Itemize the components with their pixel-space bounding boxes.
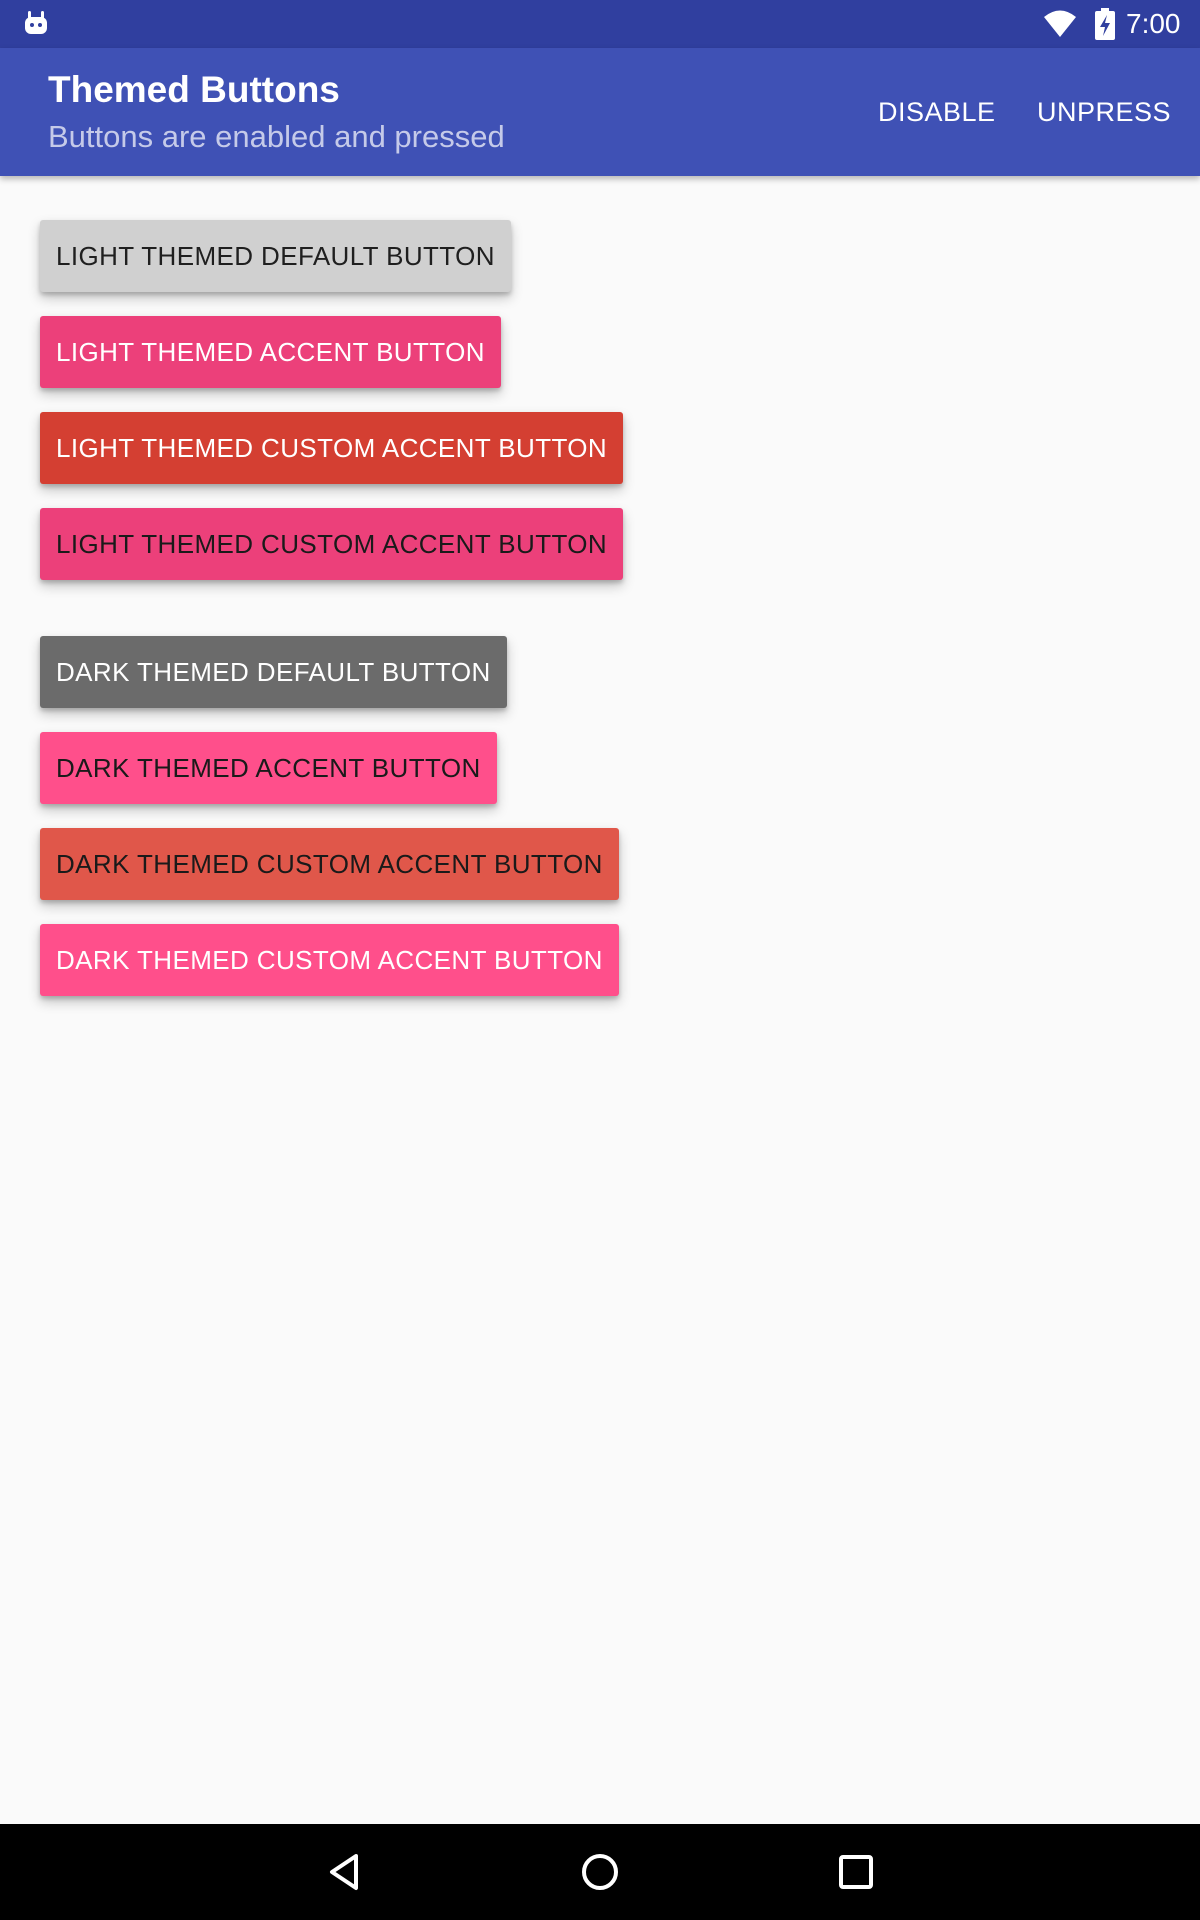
unpress-button[interactable]: UNPRESS (1037, 92, 1171, 132)
light-themed-custom-accent-button-alt[interactable]: LIGHT THEMED CUSTOM ACCENT BUTTON (40, 508, 624, 580)
light-themed-accent-button[interactable]: LIGHT THEMED ACCENT BUTTON (40, 316, 501, 388)
dark-themed-accent-button[interactable]: DARK THEMED ACCENT BUTTON (40, 732, 497, 804)
light-themed-custom-accent-button[interactable]: LIGHT THEMED CUSTOM ACCENT BUTTON (40, 412, 624, 484)
android-icon (25, 11, 47, 34)
page-title: Themed Buttons (48, 69, 340, 110)
dark-themed-default-button[interactable]: DARK THEMED DEFAULT BUTTON (40, 636, 507, 708)
wifi-icon (1044, 10, 1076, 37)
page-subtitle: Buttons are enabled and pressed (48, 119, 505, 154)
recents-icon[interactable] (834, 1850, 878, 1894)
navigation-bar (0, 1824, 1200, 1920)
dark-themed-custom-accent-button-alt[interactable]: DARK THEMED CUSTOM ACCENT BUTTON (40, 924, 619, 996)
light-themed-default-button[interactable]: LIGHT THEMED DEFAULT BUTTON (40, 220, 511, 292)
status-clock: 7:00 (1126, 8, 1181, 39)
status-bar: 7:00 (0, 0, 1200, 48)
back-icon[interactable] (322, 1850, 366, 1894)
button-list: LIGHT THEMED DEFAULT BUTTON LIGHT THEMED… (0, 176, 1200, 1824)
dark-themed-custom-accent-button[interactable]: DARK THEMED CUSTOM ACCENT BUTTON (40, 828, 619, 900)
battery-charging-icon (1095, 8, 1115, 40)
app-bar: Themed Buttons Buttons are enabled and p… (0, 48, 1200, 176)
disable-button[interactable]: DISABLE (878, 92, 996, 132)
home-icon[interactable] (578, 1850, 622, 1894)
